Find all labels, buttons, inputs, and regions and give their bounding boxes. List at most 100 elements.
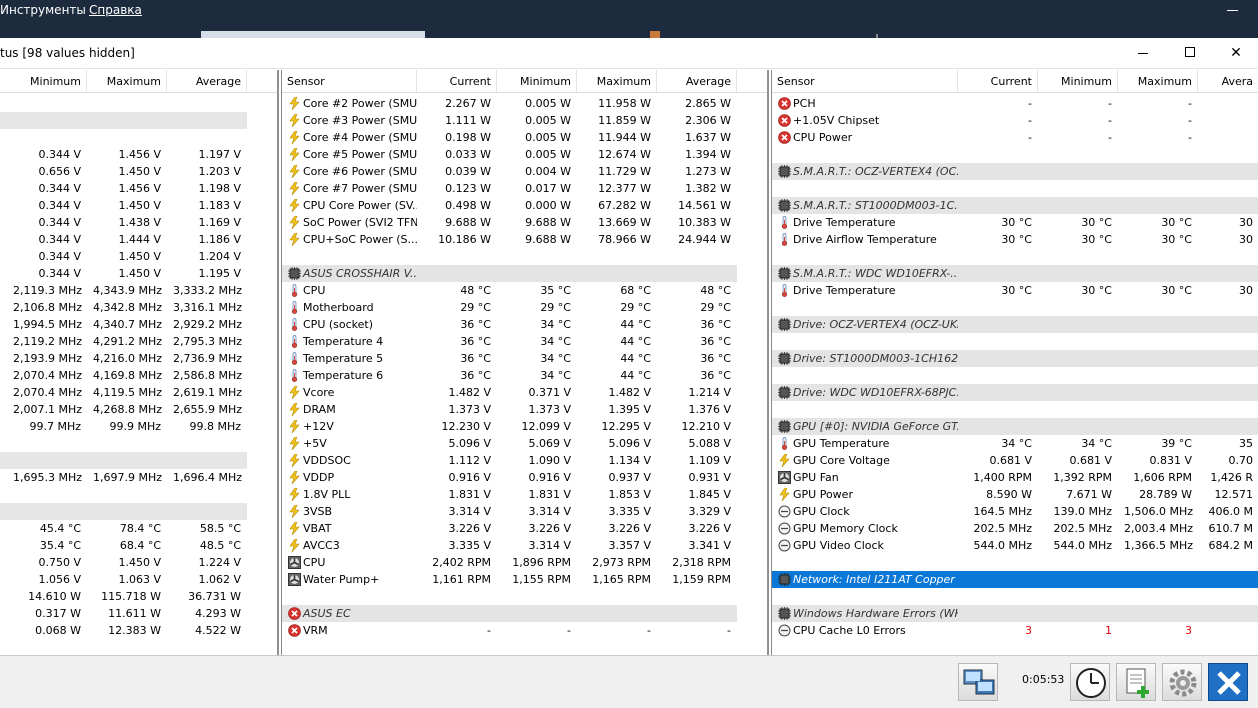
section-row[interactable]: Drive: ST1000DM003-1CH162 (... (772, 350, 1258, 367)
sensor-row[interactable]: Temperature 5 36 °C 34 °C 44 °C 36 °C (282, 350, 767, 367)
sensor-row[interactable]: 1.8V PLL 1.831 V 1.831 V 1.853 V 1.845 V (282, 486, 767, 503)
sensor-row[interactable]: SoC Power (SVI2 TFN) 9.688 W 9.688 W 13.669… (282, 214, 767, 231)
sensor-row[interactable]: GPU Video Clock 544.0 MHz 544.0 MHz 1,366.5… (772, 537, 1258, 554)
column-header[interactable]: Maximum (1118, 70, 1198, 93)
sensor-row[interactable]: Temperature 4 36 °C 34 °C 44 °C 36 °C (282, 333, 767, 350)
minimize-icon[interactable] (1227, 10, 1238, 11)
menu-tools[interactable]: Инструменты (0, 3, 86, 17)
sensor-row[interactable]: 2,007.1 MHz 4,268.8 MHz 2,655.9 MHz (0, 401, 277, 418)
sensor-panel-left[interactable]: Minimum Maximum Average 0.344 V 1.456 V 1.19… (0, 70, 279, 655)
sensor-row[interactable]: GPU Fan 1,400 RPM 1,392 RPM 1,606 RPM 1,426 … (772, 469, 1258, 486)
section-row[interactable]: S.M.A.R.T.: WDC WD10EFRX-... (772, 265, 1258, 282)
section-row[interactable]: ASUS EC (282, 605, 767, 622)
sensor-row[interactable]: 3VSB 3.314 V 3.314 V 3.335 V 3.329 V (282, 503, 767, 520)
sensor-row[interactable]: VRM - - - - (282, 622, 767, 639)
clock-button[interactable] (1070, 663, 1110, 701)
sensor-row[interactable]: Core #3 Power (SMU) 1.111 W 0.005 W 11.859 … (282, 112, 767, 129)
sensor-row[interactable]: Drive Temperature 30 °C 30 °C 30 °C 30 (772, 214, 1258, 231)
sensor-row[interactable]: Core #5 Power (SMU) 0.033 W 0.005 W 12.674 … (282, 146, 767, 163)
taskbar-tab[interactable] (201, 31, 425, 38)
sensor-row[interactable]: PCH - - - (772, 95, 1258, 112)
sensor-row[interactable]: 0.068 W 12.383 W 4.522 W (0, 622, 277, 639)
column-header[interactable]: Sensor (282, 70, 417, 93)
sensor-row[interactable]: 0.750 V 1.450 V 1.224 V (0, 554, 277, 571)
sensor-row[interactable]: 14.610 W 115.718 W 36.731 W (0, 588, 277, 605)
sensor-row[interactable]: Core #6 Power (SMU) 0.039 W 0.004 W 11.729 … (282, 163, 767, 180)
exit-button[interactable] (1208, 663, 1248, 701)
sensor-row[interactable]: AVCC3 3.335 V 3.314 V 3.357 V 3.341 V (282, 537, 767, 554)
settings-button[interactable] (1162, 663, 1202, 701)
section-row[interactable]: GPU [#0]: NVIDIA GeForce GT... (772, 418, 1258, 435)
sensor-row[interactable]: 2,193.9 MHz 4,216.0 MHz 2,736.9 MHz (0, 350, 277, 367)
sensor-row[interactable]: Temperature 6 36 °C 34 °C 44 °C 36 °C (282, 367, 767, 384)
sensor-row[interactable]: CPU+SoC Power (S... 10.186 W 9.688 W 78.966… (282, 231, 767, 248)
sensor-row[interactable]: Core #4 Power (SMU) 0.198 W 0.005 W 11.944 … (282, 129, 767, 146)
sensor-row[interactable]: 0.344 V 1.450 V 1.195 V (0, 265, 277, 282)
sensor-row[interactable]: 0.344 V 1.456 V 1.198 V (0, 180, 277, 197)
section-row[interactable] (0, 112, 277, 129)
sensor-row[interactable]: VBAT 3.226 V 3.226 V 3.226 V 3.226 V (282, 520, 767, 537)
sensor-row[interactable]: +1.05V Chipset - - - (772, 112, 1258, 129)
column-header[interactable]: Current (417, 70, 497, 93)
sensor-row[interactable]: 0.344 V 1.444 V 1.186 V (0, 231, 277, 248)
section-row[interactable] (0, 503, 277, 520)
section-row[interactable] (0, 452, 277, 469)
sensor-row[interactable]: Drive Airflow Temperature 30 °C 30 °C 30 °C… (772, 231, 1258, 248)
sensor-row[interactable]: Drive Temperature 30 °C 30 °C 30 °C 30 (772, 282, 1258, 299)
column-header[interactable]: Average (167, 70, 247, 93)
sensor-row[interactable]: 45.4 °C 78.4 °C 58.5 °C (0, 520, 277, 537)
sensor-row[interactable]: 0.344 V 1.438 V 1.169 V (0, 214, 277, 231)
section-row[interactable]: Drive: OCZ-VERTEX4 (OCZ-UKF... (772, 316, 1258, 333)
column-header[interactable]: Avera (1198, 70, 1258, 93)
sensor-row[interactable]: GPU Power 8.590 W 7.671 W 28.789 W 12.571 (772, 486, 1258, 503)
section-row[interactable]: S.M.A.R.T.: ST1000DM003-1C... (772, 197, 1258, 214)
sensor-panel-right[interactable]: Sensor Current Minimum Maximum Avera PCH - - - +… (771, 70, 1258, 655)
sensor-row[interactable]: VDDP 0.916 V 0.916 V 0.937 V 0.931 V (282, 469, 767, 486)
section-row[interactable]: Windows Hardware Errors (WH... (772, 605, 1258, 622)
sensor-row[interactable]: CPU Power - - - (772, 129, 1258, 146)
section-row[interactable]: Network: Intel I211AT Copper ... (772, 571, 1258, 588)
sensor-row[interactable]: 2,119.2 MHz 4,291.2 MHz 2,795.3 MHz (0, 333, 277, 350)
section-row[interactable]: S.M.A.R.T.: OCZ-VERTEX4 (OC... (772, 163, 1258, 180)
sensor-row[interactable]: 1,695.3 MHz 1,697.9 MHz 1,696.4 MHz (0, 469, 277, 486)
network-switch-button[interactable] (958, 663, 998, 701)
sensor-row[interactable]: GPU Core Voltage 0.681 V 0.681 V 0.831 V 0.7… (772, 452, 1258, 469)
section-row[interactable]: ASUS CROSSHAIR V... (282, 265, 767, 282)
column-header[interactable]: Maximum (87, 70, 167, 93)
sensor-panel-middle[interactable]: Sensor Current Minimum Maximum Average Core … (281, 70, 769, 655)
column-header[interactable]: Minimum (7, 70, 87, 93)
column-header[interactable]: Minimum (497, 70, 577, 93)
sensor-row[interactable]: Core #7 Power (SMU) 0.123 W 0.017 W 12.377 … (282, 180, 767, 197)
sensor-row[interactable]: 35.4 °C 68.4 °C 48.5 °C (0, 537, 277, 554)
sensor-row[interactable]: CPU 48 °C 35 °C 68 °C 48 °C (282, 282, 767, 299)
sensor-row[interactable]: Water Pump+ 1,161 RPM 1,155 RPM 1,165 RPM 1,… (282, 571, 767, 588)
sensor-row[interactable]: +5V 5.096 V 5.069 V 5.096 V 5.088 V (282, 435, 767, 452)
sensor-row[interactable]: 99.7 MHz 99.9 MHz 99.8 MHz (0, 418, 277, 435)
sensor-row[interactable]: VDDSOC 1.112 V 1.090 V 1.134 V 1.109 V (282, 452, 767, 469)
sensor-row[interactable]: +12V 12.230 V 12.099 V 12.295 V 12.210 V (282, 418, 767, 435)
sensor-row[interactable]: 0.344 V 1.450 V 1.204 V (0, 248, 277, 265)
sensor-row[interactable]: 0.344 V 1.450 V 1.183 V (0, 197, 277, 214)
column-header[interactable]: Minimum (1038, 70, 1118, 93)
sensor-row[interactable]: CPU Cache L0 Errors 3 1 3 (772, 622, 1258, 639)
sensor-row[interactable]: 0.344 V 1.456 V 1.197 V (0, 146, 277, 163)
sensor-row[interactable]: GPU Clock 164.5 MHz 139.0 MHz 1,506.0 MHz 40… (772, 503, 1258, 520)
sensor-row[interactable]: 0.317 W 11.611 W 4.293 W (0, 605, 277, 622)
sensor-row[interactable]: Vcore 1.482 V 0.371 V 1.482 V 1.214 V (282, 384, 767, 401)
sensor-row[interactable]: CPU Core Power (SV... 0.498 W 0.000 W 67.28… (282, 197, 767, 214)
sensor-row[interactable]: 0.656 V 1.450 V 1.203 V (0, 163, 277, 180)
maximize-button[interactable] (1167, 38, 1213, 68)
section-row[interactable]: Drive: WDC WD10EFRX-68PJC... (772, 384, 1258, 401)
sensor-row[interactable]: Motherboard 29 °C 29 °C 29 °C 29 °C (282, 299, 767, 316)
sensor-row[interactable]: CPU 2,402 RPM 1,896 RPM 2,973 RPM 2,318 RPM (282, 554, 767, 571)
sensor-row[interactable]: 1.056 V 1.063 V 1.062 V (0, 571, 277, 588)
sensor-row[interactable]: 2,070.4 MHz 4,119.5 MHz 2,619.1 MHz (0, 384, 277, 401)
menu-help[interactable]: Справка (89, 3, 142, 17)
sensor-row[interactable]: Core #2 Power (SMU) 2.267 W 0.005 W 11.958 … (282, 95, 767, 112)
sensor-row[interactable]: 1,994.5 MHz 4,340.7 MHz 2,929.2 MHz (0, 316, 277, 333)
minimize-button[interactable] (1120, 38, 1166, 68)
column-header[interactable]: Average (657, 70, 737, 93)
column-header[interactable]: Current (958, 70, 1038, 93)
add-report-button[interactable] (1116, 663, 1156, 701)
sensor-row[interactable]: 2,070.4 MHz 4,169.8 MHz 2,586.8 MHz (0, 367, 277, 384)
